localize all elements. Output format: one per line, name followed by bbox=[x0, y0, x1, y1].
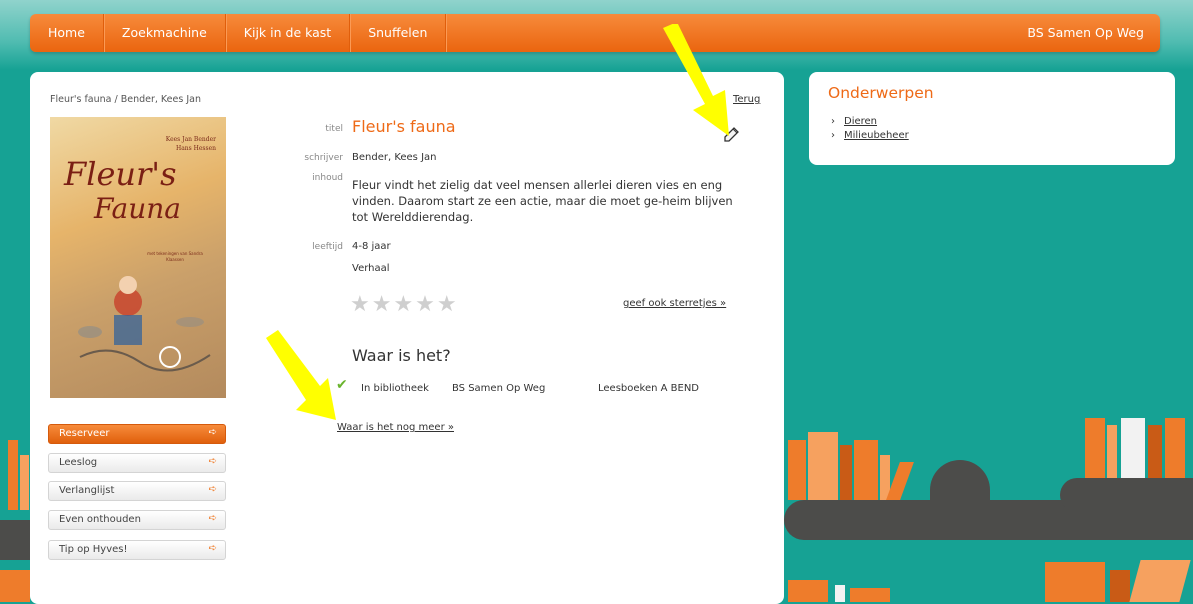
leeslog-button[interactable]: Leeslog ➪ bbox=[48, 453, 226, 473]
arrow-right-icon: ➪ bbox=[208, 427, 217, 438]
arrow-right-icon: ➪ bbox=[208, 513, 217, 524]
availability-location: BS Samen Op Weg bbox=[452, 383, 546, 394]
main-navigation: Home Zoekmachine Kijk in de kast Snuffel… bbox=[30, 14, 1160, 52]
star-rating[interactable]: ★★★★★ bbox=[350, 292, 459, 317]
where-more-link[interactable]: Waar is het nog meer » bbox=[337, 422, 454, 433]
annotation-arrow-icon bbox=[266, 330, 336, 420]
book-title: Fleur's fauna bbox=[352, 117, 456, 136]
cover-illustration bbox=[78, 276, 211, 372]
verlanglijst-label: Verlanglijst bbox=[59, 485, 115, 496]
author-label: schrijver bbox=[304, 153, 343, 163]
even-onthouden-button[interactable]: Even onthouden ➪ bbox=[48, 510, 226, 530]
arrow-right-icon: ➪ bbox=[208, 456, 217, 467]
nav-zoekmachine[interactable]: Zoekmachine bbox=[104, 14, 226, 52]
arrow-right-icon: ➪ bbox=[208, 543, 217, 554]
school-name[interactable]: BS Samen Op Weg bbox=[1027, 14, 1144, 52]
annotation-arrow-icon bbox=[663, 24, 729, 136]
nav-snuffelen[interactable]: Snuffelen bbox=[350, 14, 447, 52]
age-label: leeftijd bbox=[312, 242, 343, 252]
rate-link[interactable]: geef ook sterretjes » bbox=[623, 298, 726, 309]
author-value: Bender, Kees Jan bbox=[352, 152, 437, 163]
verlanglijst-button[interactable]: Verlanglijst ➪ bbox=[48, 481, 226, 501]
book-detail-panel: Fleur's fauna / Bender, Kees Jan Terug K… bbox=[30, 72, 784, 604]
subject-link-dieren[interactable]: Dieren bbox=[844, 116, 877, 127]
age-value: 4-8 jaar bbox=[352, 241, 391, 252]
nav-kijk-in-de-kast[interactable]: Kijk in de kast bbox=[226, 14, 351, 52]
reserveer-label: Reserveer bbox=[59, 428, 110, 439]
subjects-panel: Onderwerpen › Dieren › Milieubeheer bbox=[809, 72, 1175, 165]
subject-link-milieubeheer[interactable]: Milieubeheer bbox=[844, 130, 909, 141]
nav-home[interactable]: Home bbox=[30, 14, 104, 52]
arrow-right-icon: ➪ bbox=[208, 484, 217, 495]
where-heading: Waar is het? bbox=[352, 346, 451, 365]
chevron-right-icon: › bbox=[831, 116, 835, 127]
chevron-right-icon: › bbox=[831, 130, 835, 141]
subjects-heading: Onderwerpen bbox=[828, 84, 934, 102]
content-label: inhoud bbox=[312, 173, 343, 183]
even-onthouden-label: Even onthouden bbox=[59, 514, 141, 525]
back-link[interactable]: Terug bbox=[733, 94, 760, 105]
book-cover-image: Kees Jan Bender Hans Hessen Fleur's Faun… bbox=[50, 117, 226, 398]
availability-shelf: Leesboeken A BEND bbox=[598, 383, 700, 394]
availability-status: In bibliotheek bbox=[361, 383, 429, 394]
leeslog-label: Leeslog bbox=[59, 457, 98, 468]
content-description: Fleur vindt het zielig dat veel mensen a… bbox=[352, 178, 733, 224]
tip-op-hyves-button[interactable]: Tip op Hyves! ➪ bbox=[48, 540, 226, 560]
reserveer-button[interactable]: Reserveer ➪ bbox=[48, 424, 226, 444]
title-label: titel bbox=[325, 124, 343, 134]
genre-value: Verhaal bbox=[352, 263, 390, 274]
breadcrumb: Fleur's fauna / Bender, Kees Jan bbox=[50, 94, 201, 105]
tip-op-hyves-label: Tip op Hyves! bbox=[59, 544, 128, 555]
